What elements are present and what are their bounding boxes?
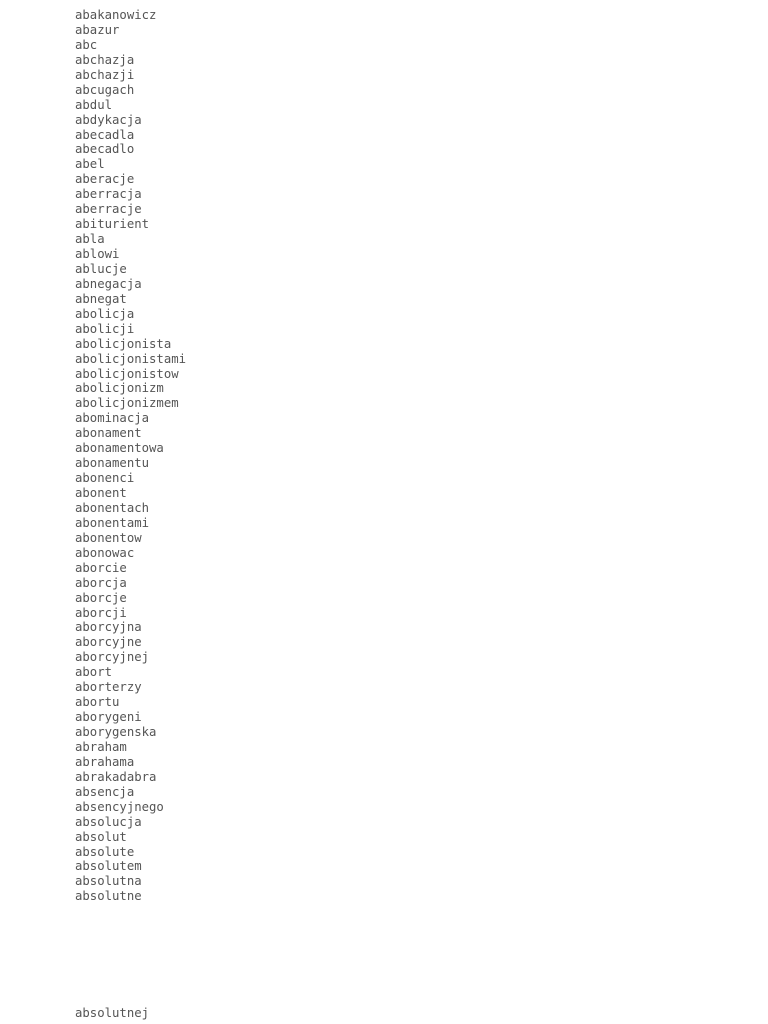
page-canvas: abakanowicz abazur abc abchazja abchazji abcu… <box>0 0 768 1024</box>
word-item: abortu <box>75 695 120 710</box>
word-item: abolicjonista <box>75 336 172 351</box>
word-item: absolutna <box>75 874 142 889</box>
word-item: abdul <box>75 97 113 112</box>
word-item: aborcja <box>75 575 127 590</box>
word-item: abonentach <box>75 500 150 515</box>
word-item: abchazji <box>75 67 135 82</box>
word-item: abolicja <box>75 306 135 321</box>
word-item: ablucje <box>75 261 127 276</box>
word-item: abolicjonistow <box>75 366 179 381</box>
word-item: abazur <box>75 22 120 37</box>
word-item: abonowac <box>75 545 135 560</box>
word-item: aborygenska <box>75 725 157 739</box>
word-item: abonamentowa <box>75 441 164 456</box>
word-item: aberacje <box>75 172 135 187</box>
word-item: absolutnej <box>75 1006 150 1020</box>
word-item: abecadlo <box>75 142 135 157</box>
word-item: abonent <box>75 486 127 500</box>
word-item: abonament <box>75 426 142 441</box>
word-item: abonamentu <box>75 456 150 471</box>
word-item: abla <box>75 232 105 247</box>
word-item: absencja <box>75 784 135 799</box>
word-item: abiturient <box>75 217 150 232</box>
word-item: aberracja <box>75 187 142 202</box>
word-item: abchazja <box>75 52 135 67</box>
word-item: absencyjnego <box>75 799 164 814</box>
word-item: aborcie <box>75 560 127 575</box>
page-break-gap <box>75 904 675 1006</box>
word-item: absolut <box>75 829 127 844</box>
word-item: abel <box>75 157 105 172</box>
word-item: abonenci <box>75 471 135 486</box>
word-item: abcugach <box>75 82 135 97</box>
word-item: abominacja <box>75 411 150 426</box>
word-item: aborterzy <box>75 680 142 695</box>
word-item: abolicjonistami <box>75 351 187 366</box>
word-item: aberracje <box>75 202 142 217</box>
word-item: abrakadabra <box>75 769 157 784</box>
trailing-word-list: absolutnej <box>75 1006 149 1021</box>
word-item: aborcyjne <box>75 635 142 650</box>
word-item: absolucja <box>75 814 142 829</box>
word-item: abakanowicz <box>75 8 157 22</box>
word-item: aborcyjna <box>75 620 142 635</box>
word-item: aborcje <box>75 590 127 605</box>
word-list: abakanowicz abazur abc abchazja abchazji abcu… <box>75 8 186 904</box>
word-item: abnegat <box>75 291 127 306</box>
word-item: abonentami <box>75 515 150 530</box>
word-item: abecadla <box>75 127 135 142</box>
word-item: aborcji <box>75 605 127 620</box>
word-item: abort <box>75 665 113 680</box>
word-item: abonentow <box>75 530 142 545</box>
word-item: abolicjonizmem <box>75 396 179 411</box>
word-item: absolute <box>75 844 135 859</box>
word-item: abolicjonizm <box>75 381 164 396</box>
word-item: aborygeni <box>75 710 142 725</box>
word-item: absolutem <box>75 859 142 874</box>
word-item: abraham <box>75 739 127 754</box>
word-item: aborcyjnej <box>75 650 150 665</box>
word-item: abnegacja <box>75 276 142 291</box>
word-item: abolicji <box>75 321 135 336</box>
word-item: abc <box>75 37 98 52</box>
word-item: absolutne <box>75 889 142 904</box>
word-item: abdykacja <box>75 112 142 127</box>
word-item: abrahama <box>75 754 135 769</box>
word-item: ablowi <box>75 247 120 261</box>
